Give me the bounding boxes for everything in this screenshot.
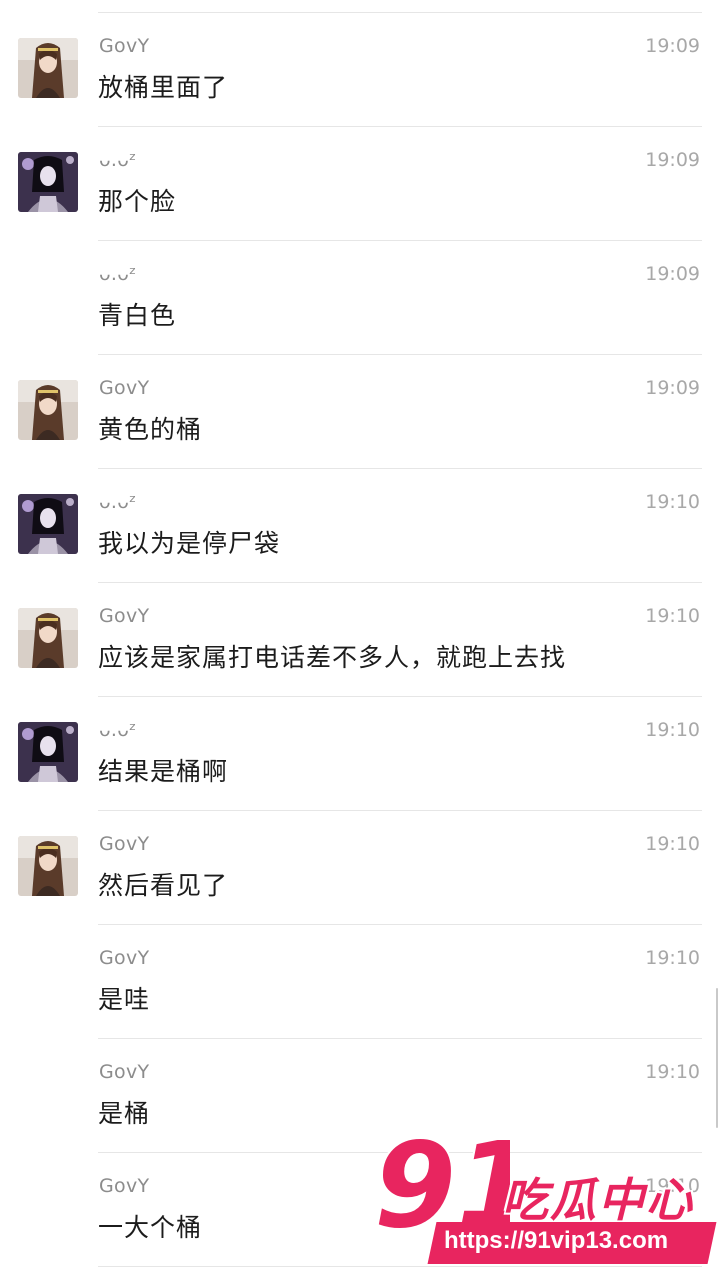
govy-avatar-image	[18, 380, 78, 440]
sender-name: GovY	[99, 35, 150, 57]
uuz-avatar[interactable]	[18, 722, 78, 782]
message-time: 19:09	[645, 35, 700, 57]
sender-name: ᴗ.ᴗᶻ	[99, 491, 137, 513]
govy-avatar-image	[18, 38, 78, 98]
message-text: 青白色	[98, 301, 177, 330]
scrollbar[interactable]	[716, 988, 718, 1128]
message-item[interactable]: GovY 19:09 黄色的桶	[0, 355, 720, 469]
sender-name: GovY	[99, 947, 150, 969]
message-text: 黄色的桶	[98, 415, 203, 444]
govy-avatar[interactable]	[18, 836, 78, 896]
message-time: 19:10	[645, 833, 700, 855]
message-text: 放桶里面了	[98, 73, 229, 102]
message-time: 19:09	[645, 263, 700, 285]
sender-name: GovY	[99, 1175, 150, 1197]
message-text: 然后看见了	[98, 871, 229, 900]
sender-name: GovY	[99, 605, 150, 627]
message-time: 19:09	[645, 377, 700, 399]
govy-avatar[interactable]	[18, 38, 78, 98]
govy-avatar-image	[18, 836, 78, 896]
watermark-url: https://91vip13.com	[444, 1227, 669, 1254]
message-item[interactable]: GovY 19:10 应该是家属打电话差不多人，就跑上去找	[0, 583, 720, 697]
uuz-avatar[interactable]	[18, 494, 78, 554]
message-time: 19:10	[645, 1061, 700, 1083]
message-item[interactable]: ᴗ.ᴗᶻ 19:09 青白色	[0, 241, 720, 355]
watermark-brand: 吃瓜中心	[502, 1173, 694, 1227]
uuz-avatar-image	[18, 494, 78, 554]
message-item[interactable]: ᴗ.ᴗᶻ 19:09 那个脸	[0, 127, 720, 241]
chat-message-list[interactable]: GovY 19:09 放桶里面了 ᴗ.ᴗᶻ 19:09 那个脸 ᴗ.ᴗᶻ 19:…	[0, 13, 720, 1267]
message-text: 结果是桶啊	[98, 757, 229, 786]
message-time: 19:09	[645, 149, 700, 171]
uuz-avatar[interactable]	[18, 152, 78, 212]
sender-name: ᴗ.ᴗᶻ	[99, 263, 137, 285]
message-text: 是桶	[98, 1099, 151, 1128]
message-item[interactable]: ᴗ.ᴗᶻ 19:10 我以为是停尸袋	[0, 469, 720, 583]
message-text: 那个脸	[98, 187, 177, 216]
message-time: 19:10	[645, 605, 700, 627]
sender-name: GovY	[99, 833, 150, 855]
uuz-avatar-image	[18, 152, 78, 212]
sender-name: ᴗ.ᴗᶻ	[99, 149, 137, 171]
govy-avatar-image	[18, 608, 78, 668]
sender-name: GovY	[99, 377, 150, 399]
message-time: 19:10	[645, 719, 700, 741]
message-text: 我以为是停尸袋	[98, 529, 281, 558]
govy-avatar[interactable]	[18, 380, 78, 440]
message-text: 一大个桶	[98, 1213, 203, 1242]
govy-avatar[interactable]	[18, 608, 78, 668]
message-text: 是哇	[98, 985, 151, 1014]
uuz-avatar-image	[18, 722, 78, 782]
message-item[interactable]: GovY 19:10 是哇	[0, 925, 720, 1039]
message-item[interactable]: ᴗ.ᴗᶻ 19:10 结果是桶啊	[0, 697, 720, 811]
sender-name: ᴗ.ᴗᶻ	[99, 719, 137, 741]
message-time: 19:10	[645, 491, 700, 513]
sender-name: GovY	[99, 1061, 150, 1083]
message-item[interactable]: GovY 19:09 放桶里面了	[0, 13, 720, 127]
message-text: 应该是家属打电话差不多人，就跑上去找	[98, 643, 567, 672]
watermark: 91 吃瓜中心 https://91vip13.com	[360, 1122, 720, 1280]
message-time: 19:10	[645, 947, 700, 969]
message-item[interactable]: GovY 19:10 然后看见了	[0, 811, 720, 925]
